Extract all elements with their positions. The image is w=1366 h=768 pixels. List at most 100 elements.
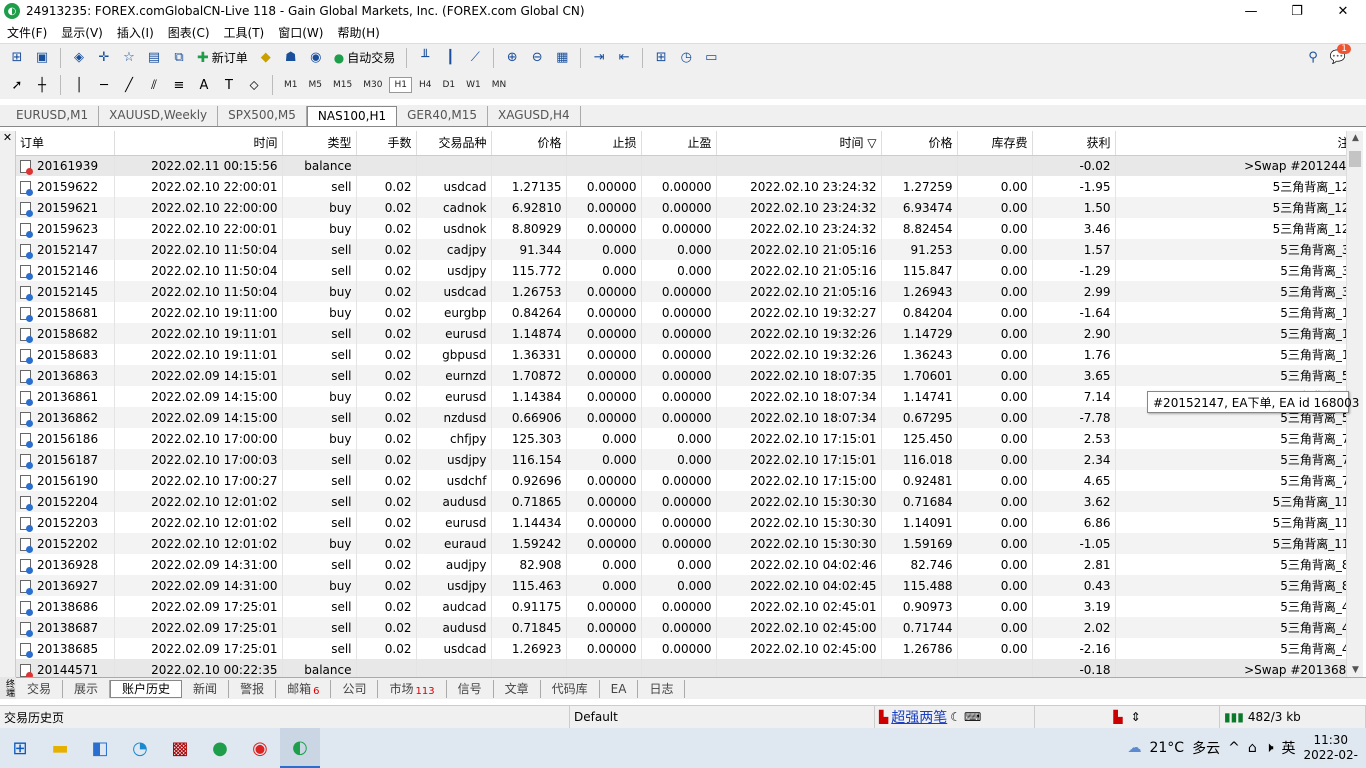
timeframe-m1[interactable]: M1 — [280, 78, 302, 92]
horizontal-line-icon[interactable]: ─ — [93, 74, 115, 96]
table-row[interactable]: 20138686 2022.02.09 17:25:01 sell 0.02 audca… — [16, 596, 1346, 617]
metaeditor-icon[interactable]: ◆ — [255, 47, 277, 69]
new-chart-icon[interactable]: ⊞ — [6, 47, 28, 69]
table-row[interactable]: 20158682 2022.02.10 19:11:01 sell 0.02 eurus… — [16, 323, 1346, 344]
col-lots[interactable]: 手数 — [356, 131, 417, 156]
col-open-time[interactable]: 时间 — [114, 131, 283, 156]
templates-icon[interactable]: ▭ — [700, 47, 722, 69]
ime-indicator[interactable]: 英 — [1282, 738, 1296, 758]
clock[interactable]: 11:30 2022-02- — [1304, 733, 1358, 763]
menu-insert[interactable]: 插入(I) — [110, 24, 161, 41]
table-row[interactable]: 20152202 2022.02.10 12:01:02 buy 0.02 euraud… — [16, 533, 1346, 554]
menu-file[interactable]: 文件(F) — [0, 24, 54, 41]
chart-tab-xagusd[interactable]: XAGUSD,H4 — [488, 106, 581, 126]
timeframe-mn[interactable]: MN — [488, 78, 511, 92]
terminal-tab[interactable]: 警报 — [229, 679, 277, 698]
profiles-icon[interactable]: ▣ — [31, 47, 53, 69]
col-type[interactable]: 类型 — [282, 131, 357, 156]
trendline-icon[interactable]: ╱ — [118, 74, 140, 96]
timeframe-w1[interactable]: W1 — [462, 78, 485, 92]
control-panel-icon[interactable]: ◧ — [80, 728, 120, 768]
bar-chart-icon[interactable]: ╨ — [414, 47, 436, 69]
file-explorer-icon[interactable]: ▬ — [40, 728, 80, 768]
scroll-thumb[interactable] — [1349, 151, 1361, 167]
autoscroll-icon[interactable]: ⇥ — [588, 47, 610, 69]
chart-tab-eurusd[interactable]: EURUSD,M1 — [6, 106, 100, 126]
chart-tab-xauusd[interactable]: XAUUSD,Weekly — [99, 106, 219, 126]
wechat-icon[interactable]: ● — [200, 728, 240, 768]
col-swap[interactable]: 库存费 — [957, 131, 1033, 156]
table-row[interactable]: 20136927 2022.02.09 14:31:00 buy 0.02 usdjpy… — [16, 575, 1346, 596]
table-row[interactable]: 20156186 2022.02.10 17:00:00 buy 0.02 chfjpy… — [16, 428, 1346, 449]
zoom-in-icon[interactable]: ⊕ — [501, 47, 523, 69]
signals-icon[interactable]: ☗ — [280, 47, 302, 69]
start-icon[interactable]: ⊞ — [0, 728, 40, 768]
col-comment[interactable]: 注释 — [1115, 131, 1346, 156]
terminal-tab[interactable]: 市场 113 — [378, 679, 447, 698]
search-icon[interactable]: ⚲ — [1302, 47, 1324, 69]
weather-text[interactable]: 多云 — [1192, 738, 1220, 758]
terminal-tab[interactable]: 新闻 — [182, 679, 230, 698]
indicators-icon[interactable]: ⊞ — [650, 47, 672, 69]
terminal-icon[interactable]: ▤ — [143, 47, 165, 69]
vertical-line-icon[interactable]: │ — [68, 74, 90, 96]
line-chart-icon[interactable]: ⟋ — [464, 47, 486, 69]
scroll-down-icon[interactable]: ▼ — [1347, 665, 1364, 675]
terminal-close-icon[interactable]: ✕ — [0, 131, 16, 677]
col-open-price[interactable]: 价格 — [491, 131, 567, 156]
menu-tools[interactable]: 工具(T) — [217, 24, 272, 41]
col-stop-loss[interactable]: 止损 — [566, 131, 642, 156]
strategy-tester-icon[interactable]: ⧉ — [168, 47, 190, 69]
terminal-tab[interactable]: 交易 — [16, 679, 64, 698]
vps-icon[interactable]: ◉ — [305, 47, 327, 69]
bank-app-icon[interactable]: ▩ — [160, 728, 200, 768]
timeframe-m15[interactable]: M15 — [329, 78, 356, 92]
table-row[interactable]: 20138687 2022.02.09 17:25:01 sell 0.02 audus… — [16, 617, 1346, 638]
temperature[interactable]: 21°C — [1149, 740, 1184, 756]
notifications-icon[interactable]: 💬 1 — [1327, 43, 1351, 69]
candlestick-icon[interactable]: ┃ — [439, 47, 461, 69]
zoom-out-icon[interactable]: ⊖ — [526, 47, 548, 69]
col-profit[interactable]: 获利 — [1032, 131, 1116, 156]
market-watch-icon[interactable]: ◈ — [68, 47, 90, 69]
chart-shift-icon[interactable]: ⇤ — [613, 47, 635, 69]
timeframe-m5[interactable]: M5 — [305, 78, 327, 92]
table-row[interactable]: 20159621 2022.02.10 22:00:00 buy 0.02 cadnok… — [16, 197, 1346, 218]
table-row[interactable]: 20138685 2022.02.09 17:25:01 sell 0.02 usdca… — [16, 638, 1346, 659]
table-row[interactable]: 20156190 2022.02.10 17:00:27 sell 0.02 usdch… — [16, 470, 1346, 491]
col-close-time[interactable]: 时间 ▽ — [716, 131, 882, 156]
tile-windows-icon[interactable]: ▦ — [551, 47, 573, 69]
menu-help[interactable]: 帮助(H) — [330, 24, 386, 41]
timeframe-h1[interactable]: H1 — [389, 77, 412, 93]
chart-tab-nas100[interactable]: NAS100,H1 — [306, 106, 398, 126]
terminal-tab[interactable]: 邮箱 6 — [276, 679, 332, 698]
table-row[interactable]: 20159623 2022.02.10 22:00:01 buy 0.02 usdnok… — [16, 218, 1346, 239]
timeframe-d1[interactable]: D1 — [438, 78, 459, 92]
table-row[interactable]: 20152147 2022.02.10 11:50:04 sell 0.02 cadjp… — [16, 239, 1346, 260]
terminal-tab[interactable]: 代码库 — [541, 679, 600, 698]
promo-link[interactable]: 超强两笔 — [891, 707, 947, 727]
table-row[interactable]: 20136928 2022.02.09 14:31:00 sell 0.02 audjp… — [16, 554, 1346, 575]
cursor-icon[interactable]: ➚ — [6, 74, 28, 96]
maximize-button[interactable]: ❐ — [1274, 0, 1320, 22]
data-window-icon[interactable]: ✛ — [93, 47, 115, 69]
close-button[interactable]: ✕ — [1320, 0, 1366, 22]
periods-icon[interactable]: ◷ — [675, 47, 697, 69]
col-close-price[interactable]: 价格 — [881, 131, 958, 156]
menu-window[interactable]: 窗口(W) — [271, 24, 330, 41]
menu-view[interactable]: 显示(V) — [54, 24, 110, 41]
navigator-icon[interactable]: ☆ — [118, 47, 140, 69]
terminal-tab[interactable]: EA — [600, 679, 639, 698]
terminal-tab[interactable]: 展示 — [63, 679, 111, 698]
minimize-button[interactable]: — — [1228, 0, 1274, 22]
col-order[interactable]: 订单 — [16, 131, 115, 156]
terminal-tab[interactable]: 文章 — [494, 679, 541, 698]
balance-row[interactable]: 20161939 2022.02.11 00:15:56 balance -0.02 >… — [16, 155, 1346, 176]
text-icon[interactable]: A — [193, 74, 215, 96]
col-take-profit[interactable]: 止盈 — [641, 131, 717, 156]
new-order-button[interactable]: ✚ 新订单 — [193, 49, 252, 66]
auto-trading-button[interactable]: ● 自动交易 — [330, 49, 400, 66]
timeframe-h4[interactable]: H4 — [415, 78, 436, 92]
terminal-tab[interactable]: 信号 — [447, 679, 494, 698]
balance-row[interactable]: 20144571 2022.02.10 00:22:35 balance -0.18 >… — [16, 659, 1346, 677]
